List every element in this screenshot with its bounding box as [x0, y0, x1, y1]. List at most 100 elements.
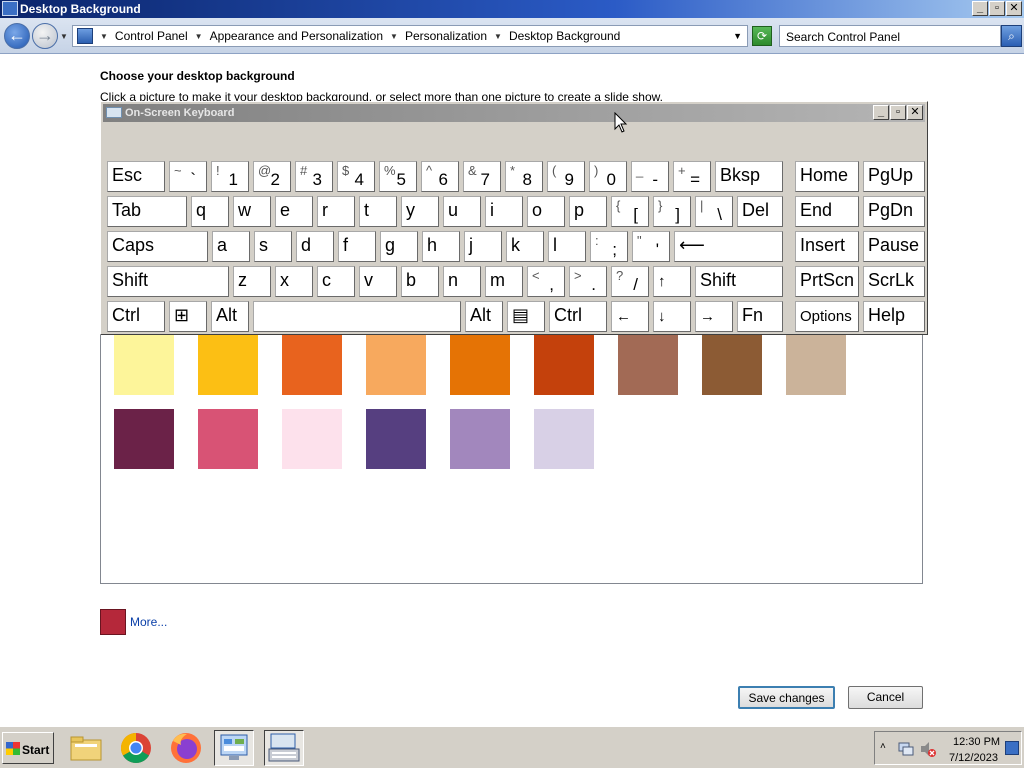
- color-swatch[interactable]: [534, 335, 594, 395]
- key-alt[interactable]: Alt: [465, 301, 503, 332]
- key-0[interactable]: ) 0: [589, 161, 627, 192]
- clock-time[interactable]: 12:30 PM: [953, 736, 1000, 748]
- key-w[interactable]: w: [233, 196, 271, 227]
- save-changes-button[interactable]: Save changes: [738, 686, 835, 709]
- key-a[interactable]: a: [212, 231, 250, 262]
- cancel-button[interactable]: Cancel: [848, 686, 923, 709]
- address-dropdown-icon[interactable]: ▼: [733, 31, 742, 41]
- color-swatch[interactable]: [198, 409, 258, 469]
- key-pgdn[interactable]: PgDn: [863, 196, 925, 227]
- key-minus[interactable]: _ -: [631, 161, 669, 192]
- key-v[interactable]: v: [359, 266, 397, 297]
- key-r[interactable]: r: [317, 196, 355, 227]
- color-swatch[interactable]: [366, 409, 426, 469]
- key-help[interactable]: Help: [863, 301, 925, 332]
- key-1[interactable]: ! 1: [211, 161, 249, 192]
- color-swatch[interactable]: [114, 335, 174, 395]
- volume-muted-icon[interactable]: [919, 740, 937, 758]
- key-g[interactable]: g: [380, 231, 418, 262]
- key-q[interactable]: q: [191, 196, 229, 227]
- key-shift[interactable]: Shift: [695, 266, 783, 297]
- key-alt[interactable]: Alt: [211, 301, 249, 332]
- chevron-down-icon[interactable]: ▼: [195, 32, 203, 41]
- key-left-bracket[interactable]: {[: [611, 196, 649, 227]
- key-del[interactable]: Del: [737, 196, 783, 227]
- key-prtscn[interactable]: PrtScn: [795, 266, 859, 297]
- key-k[interactable]: k: [506, 231, 544, 262]
- refresh-button[interactable]: ⟳: [752, 26, 772, 46]
- key-esc[interactable]: Esc: [107, 161, 165, 192]
- key-x[interactable]: x: [275, 266, 313, 297]
- key-fn[interactable]: Fn: [737, 301, 783, 332]
- crumb-desktop-background[interactable]: Desktop Background: [509, 29, 620, 43]
- key-4[interactable]: $4: [337, 161, 375, 192]
- key-home[interactable]: Home: [795, 161, 859, 192]
- taskbar-chrome[interactable]: [116, 730, 156, 766]
- more-colors-swatch[interactable]: [100, 609, 126, 635]
- key-f[interactable]: f: [338, 231, 376, 262]
- color-swatch[interactable]: [702, 335, 762, 395]
- maximize-button[interactable]: ▫: [989, 1, 1005, 16]
- taskbar-on-screen-keyboard[interactable]: [264, 730, 304, 766]
- key-m[interactable]: m: [485, 266, 523, 297]
- key-left[interactable]: ←: [611, 301, 649, 332]
- key-up[interactable]: ↑: [653, 266, 691, 297]
- key-j[interactable]: j: [464, 231, 502, 262]
- key--[interactable]: ▤: [507, 301, 545, 332]
- color-swatch[interactable]: [366, 335, 426, 395]
- search-input[interactable]: Search Control Panel: [779, 25, 1001, 47]
- osk-titlebar[interactable]: On-Screen Keyboard _ ▫ ✕: [103, 104, 925, 122]
- key-comma[interactable]: <,: [527, 266, 565, 297]
- taskbar-firefox[interactable]: [166, 730, 206, 766]
- key-pause[interactable]: Pause: [863, 231, 925, 262]
- chevron-down-icon[interactable]: ▼: [390, 32, 398, 41]
- key-shift[interactable]: Shift: [107, 266, 229, 297]
- color-swatch[interactable]: [450, 409, 510, 469]
- back-button[interactable]: ←: [4, 23, 30, 49]
- crumb-personalization[interactable]: Personalization: [405, 29, 487, 43]
- key--[interactable]: ⊞: [169, 301, 207, 332]
- start-button[interactable]: Start: [2, 732, 54, 764]
- key-9[interactable]: (9: [547, 161, 585, 192]
- key-insert[interactable]: Insert: [795, 231, 859, 262]
- key-t[interactable]: t: [359, 196, 397, 227]
- key-tab[interactable]: Tab: [107, 196, 187, 227]
- key-e[interactable]: e: [275, 196, 313, 227]
- key-equals[interactable]: + =: [673, 161, 711, 192]
- color-swatch[interactable]: [114, 409, 174, 469]
- key-semicolon[interactable]: :;: [590, 231, 628, 262]
- color-swatch[interactable]: [450, 335, 510, 395]
- key-right[interactable]: →: [695, 301, 733, 332]
- key-2[interactable]: @2: [253, 161, 291, 192]
- color-swatch[interactable]: [534, 409, 594, 469]
- key-7[interactable]: & 7: [463, 161, 501, 192]
- key-backtick[interactable]: ~ `: [169, 161, 207, 192]
- key-3[interactable]: #3: [295, 161, 333, 192]
- key-bksp[interactable]: Bksp: [715, 161, 783, 192]
- key-down[interactable]: ↓: [653, 301, 691, 332]
- color-swatch[interactable]: [282, 409, 342, 469]
- key-caps[interactable]: Caps: [107, 231, 208, 262]
- chevron-down-icon[interactable]: ▼: [494, 32, 502, 41]
- color-swatch[interactable]: [282, 335, 342, 395]
- key-enter[interactable]: ⟵: [674, 231, 783, 262]
- key-h[interactable]: h: [422, 231, 460, 262]
- forward-button[interactable]: →: [32, 23, 58, 49]
- key-scrlk[interactable]: ScrLk: [863, 266, 925, 297]
- recent-pages-dropdown[interactable]: ▼: [60, 32, 68, 41]
- key-z[interactable]: z: [233, 266, 271, 297]
- key-right-bracket[interactable]: }]: [653, 196, 691, 227]
- show-hidden-icons-icon[interactable]: ˄: [880, 741, 886, 752]
- key-pgup[interactable]: PgUp: [863, 161, 925, 192]
- osk-close-button[interactable]: ✕: [907, 105, 923, 120]
- picture-gallery[interactable]: [100, 300, 923, 584]
- key-end[interactable]: End: [795, 196, 859, 227]
- minimize-button[interactable]: _: [972, 1, 988, 16]
- key-space[interactable]: [253, 301, 461, 332]
- key-i[interactable]: i: [485, 196, 523, 227]
- key-options[interactable]: Options: [795, 301, 859, 332]
- key-o[interactable]: o: [527, 196, 565, 227]
- color-swatch[interactable]: [786, 335, 846, 395]
- osk-maximize-button[interactable]: ▫: [890, 105, 906, 120]
- key-8[interactable]: * 8: [505, 161, 543, 192]
